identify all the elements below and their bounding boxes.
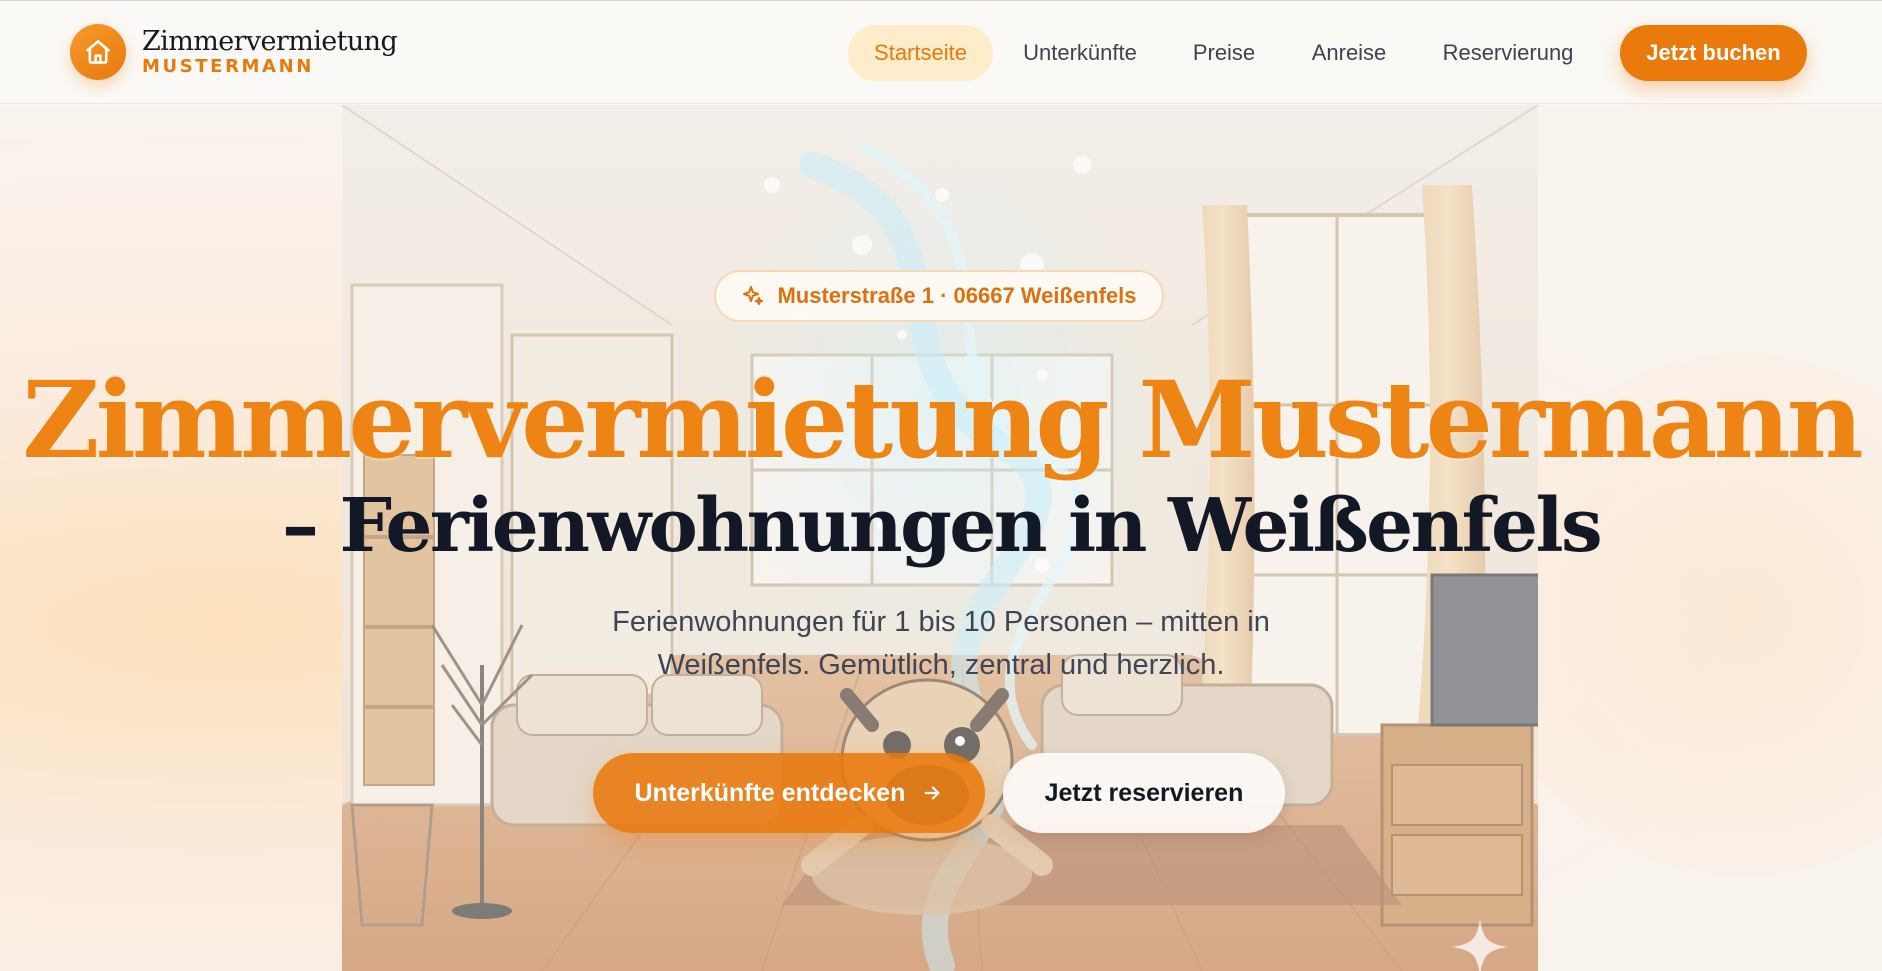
address-badge: Musterstraße 1 · 06667 Weißenfels (714, 270, 1164, 322)
arrow-right-icon (924, 786, 940, 800)
decorative-sparkle-icon (1452, 919, 1508, 971)
nav-item-unterkuenfte[interactable]: Unterkünfte (1005, 25, 1155, 81)
address-text: Musterstraße 1 · 06667 Weißenfels (777, 283, 1137, 308)
reserve-now-button[interactable]: Jetzt reservieren (1003, 753, 1285, 833)
hero-section: Musterstraße 1 · 06667 Weißenfels Zimmer… (0, 105, 1882, 971)
brand[interactable]: Zimmervermietung MUSTERMANN (70, 24, 398, 80)
nav-item-startseite[interactable]: Startseite (848, 25, 993, 81)
home-icon (70, 24, 126, 80)
discover-accommodations-label: Unterkünfte entdecken (634, 778, 906, 807)
site-header: Zimmervermietung MUSTERMANN Startseite U… (0, 0, 1882, 104)
brand-text: Zimmervermietung MUSTERMANN (142, 26, 398, 77)
nav-item-reservierung[interactable]: Reservierung (1428, 25, 1588, 81)
nav-item-anreise[interactable]: Anreise (1297, 25, 1401, 81)
hero-title: Zimmervermietung Mustermann (22, 357, 1863, 482)
nav-item-preise[interactable]: Preise (1179, 25, 1269, 81)
brand-name: Zimmervermietung (142, 26, 398, 57)
hero-title-line2: – Ferienwohnungen in Weißenfels (281, 483, 1603, 569)
hero-subline: Ferienwohnungen für 1 bis 10 Personen – … (612, 606, 1270, 681)
book-now-button[interactable]: Jetzt buchen (1620, 25, 1807, 81)
brand-subtitle: MUSTERMANN (142, 56, 314, 77)
discover-accommodations-button[interactable]: Unterkünfte entdecken (593, 753, 985, 833)
sparkle-icon (743, 286, 764, 305)
